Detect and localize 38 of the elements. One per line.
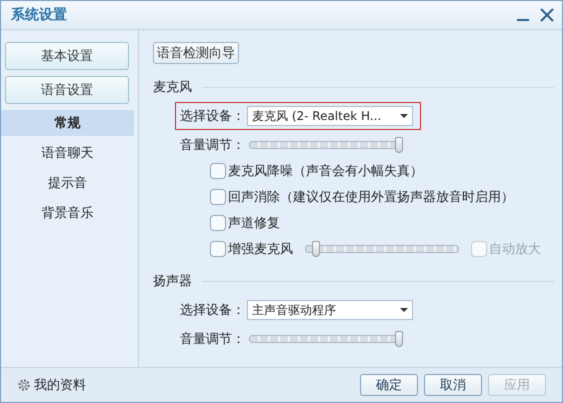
device-dropdown[interactable]: 主声音驱动程序 (247, 300, 413, 320)
sidebar-item[interactable]: 提示音 (1, 170, 134, 196)
checkbox-label: 自动放大 (489, 241, 541, 258)
checkbox-label: 麦克风降噪（声音会有小幅失真） (228, 163, 423, 180)
profile-link[interactable]: 我的资料 (34, 376, 86, 394)
volume-slider[interactable] (249, 331, 403, 347)
dialog-button[interactable]: 确定 (360, 374, 418, 396)
field-label: 音量调节： (180, 331, 245, 348)
close-icon[interactable] (540, 8, 554, 22)
checkbox[interactable] (210, 241, 226, 257)
checkbox[interactable] (210, 189, 226, 205)
checkbox-label: 增强麦克风 (228, 241, 293, 258)
volume-slider[interactable] (249, 137, 403, 153)
slider-thumb[interactable] (312, 241, 320, 257)
caret-icon (400, 114, 408, 118)
sidebar-item[interactable]: 语音聊天 (1, 140, 134, 166)
boost-slider[interactable] (305, 241, 459, 257)
slider-thumb[interactable] (395, 137, 403, 153)
checkbox[interactable] (210, 163, 226, 179)
sidebar-item[interactable]: 背景音乐 (1, 200, 134, 226)
wizard-button[interactable]: 语音检测向导 (153, 42, 239, 64)
device-dropdown[interactable]: 麦克风 (2- Realtek H... (247, 106, 413, 126)
checkbox[interactable] (210, 215, 226, 231)
checkbox-label: 声道修复 (228, 215, 280, 232)
checkbox-label: 回声消除（建议仅在使用外置扬声器放音时启用） (228, 189, 514, 206)
sidebar-group-button[interactable]: 语音设置 (5, 76, 129, 104)
section-title: 扬声器 (153, 273, 192, 290)
section-title: 麦克风 (153, 79, 192, 96)
field-label: 音量调节： (180, 137, 245, 154)
sidebar-item[interactable]: 常规 (1, 110, 134, 136)
field-label: 选择设备： (180, 302, 245, 319)
window-title: 系统设置 (11, 6, 68, 24)
caret-icon (400, 308, 408, 312)
dialog-button[interactable]: 取消 (424, 374, 482, 396)
sidebar-group-button[interactable]: 基本设置 (5, 42, 129, 70)
gear-icon[interactable] (17, 378, 31, 392)
slider-thumb[interactable] (395, 331, 403, 347)
field-label: 选择设备： (180, 108, 245, 125)
